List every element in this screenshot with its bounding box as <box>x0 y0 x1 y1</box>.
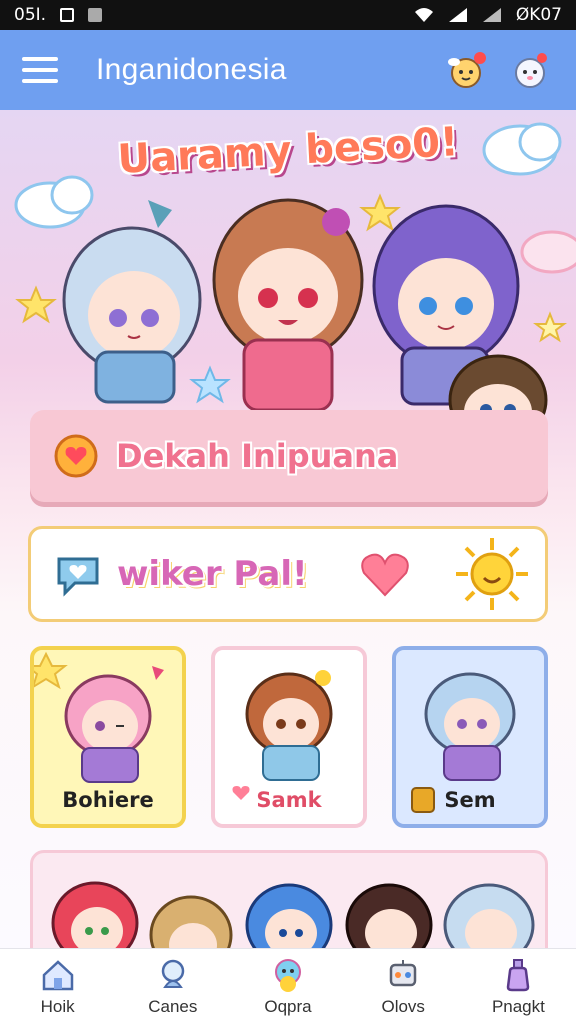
nav-label-home: Hoik <box>40 996 75 1016</box>
card-label-2: Samk <box>256 788 322 812</box>
hero: Uaramy beso0! <box>0 110 576 446</box>
nav-item-characters[interactable]: Oqpra <box>230 949 345 1024</box>
character-brown-hair <box>212 198 364 412</box>
nav-label-robots: Olovs <box>381 996 425 1016</box>
potion-icon <box>507 958 530 991</box>
banner-primary-label: Dekah Inipuana <box>116 437 399 475</box>
character-cards: Bohiere Samk Sem <box>30 646 548 830</box>
cloud-icon-3 <box>520 230 576 274</box>
character-card-2[interactable]: Samk <box>211 646 367 828</box>
heart-icon <box>360 553 409 597</box>
nav-label-games: Canes <box>148 996 198 1016</box>
signal-icon-2 <box>482 8 501 22</box>
nav-label-potions: Pnagkt <box>491 996 545 1016</box>
nav-item-games[interactable]: Canes <box>115 949 230 1024</box>
nav-item-home[interactable]: Hoik <box>0 949 115 1024</box>
chat-heart-icon <box>57 557 99 597</box>
status-bar: 05I. ØK07 <box>0 0 576 30</box>
app-bar: Inganidonesia <box>0 30 576 110</box>
main-content[interactable]: Uaramy beso0! Dekah Inipuana wiker Pal! <box>0 110 576 948</box>
character-card-3[interactable]: Sem <box>392 646 548 828</box>
card-label-3: Sem <box>444 788 496 812</box>
character-silver-hair <box>62 200 202 404</box>
character-icon <box>275 958 301 992</box>
signal-icon <box>448 8 467 22</box>
character-card-1[interactable]: Bohiere <box>30 646 186 828</box>
game-icon <box>161 959 185 988</box>
bottom-nav: Hoik Canes Oqpra Olovs Pnagkt <box>0 948 576 1024</box>
notification-icon <box>60 8 75 22</box>
card-label-1: Bohiere <box>62 788 154 812</box>
status-right: ØK07 <box>414 5 562 25</box>
nav-item-potions[interactable]: Pnagkt <box>461 949 576 1024</box>
robot-icon <box>389 959 417 986</box>
status-time: 05I. <box>14 5 47 25</box>
banner-primary[interactable]: Dekah Inipuana <box>30 410 548 502</box>
mascot-ghost-icon <box>515 53 547 88</box>
menu-icon[interactable] <box>22 57 58 83</box>
nav-item-robots[interactable]: Olovs <box>346 949 461 1024</box>
app-notification-icon <box>88 8 103 22</box>
app-title: Inganidonesia <box>96 53 287 86</box>
mascot-notification-button[interactable] <box>444 46 492 94</box>
sun-icon <box>455 538 528 610</box>
mascot-bee-icon <box>448 52 486 88</box>
character-strip-art <box>51 881 535 948</box>
heart-bubble-icon <box>54 434 98 478</box>
mascot-profile-button[interactable] <box>506 46 554 94</box>
banner-secondary-label: wiker Pal! <box>117 554 308 594</box>
battery-text: ØK07 <box>515 5 562 25</box>
status-left: 05I. <box>14 5 103 25</box>
character-strip[interactable] <box>30 850 548 948</box>
banner-secondary[interactable]: wiker Pal! <box>28 526 548 622</box>
home-icon <box>42 959 73 990</box>
wifi-icon <box>414 8 433 22</box>
nav-label-characters: Oqpra <box>264 996 312 1016</box>
